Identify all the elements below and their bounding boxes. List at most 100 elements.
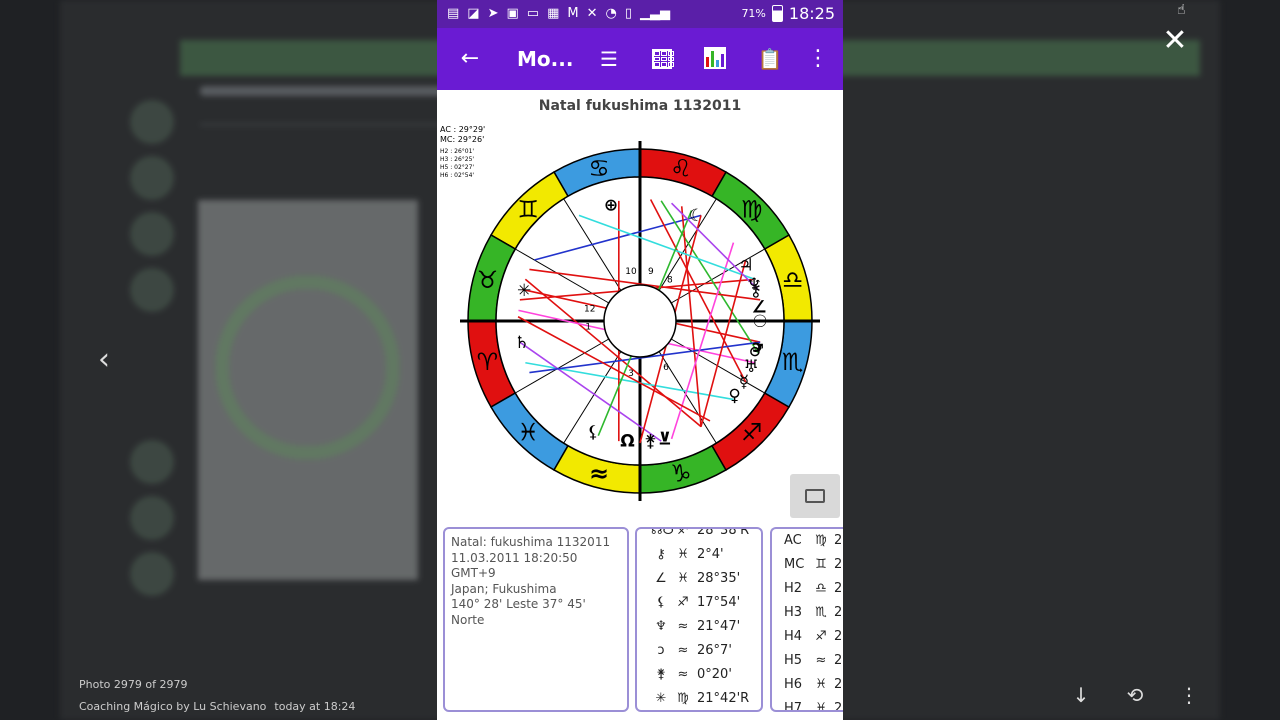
previous-photo-icon[interactable]: ‹ xyxy=(92,344,116,376)
mute-icon: ✕ xyxy=(586,6,598,21)
house-number: 9 xyxy=(648,267,654,277)
sign-glyph-icon: ≈ xyxy=(815,653,827,668)
chart-planet-icon: ⚸ xyxy=(587,422,599,442)
gmail-icon: M xyxy=(567,6,579,21)
house-label: H3 xyxy=(784,605,803,620)
chart-planet-icon: ☾ xyxy=(689,206,704,226)
more-options-icon[interactable]: ⋮ xyxy=(1176,682,1202,708)
house-degree: 2 xyxy=(834,629,843,644)
house-degree: 2 xyxy=(834,677,843,692)
chart-planet-icon: ♀ xyxy=(728,386,740,406)
planet-glyph-icon: ↄ xyxy=(657,643,665,658)
info-line-date: 11.03.2011 18:20:50 xyxy=(451,550,578,565)
back-arrow-icon[interactable]: ← xyxy=(455,44,485,74)
chart-title: Natal fukushima 1132011 xyxy=(538,98,742,114)
zodiac-sign-icon: ♉ xyxy=(477,266,499,294)
android-status-bar: ▤ ◪ ➤ ▣ ▭ ▦ M ✕ ◔ ▯ ▁▃▅ 71% 18:25 xyxy=(437,0,843,28)
gallery-icon: ▦ xyxy=(547,6,560,21)
image-icon: ▣ xyxy=(506,6,519,21)
phone-screenshot: ▤ ◪ ➤ ▣ ▭ ▦ M ✕ ◔ ▯ ▁▃▅ 71% 18:25 ← Mo..… xyxy=(437,0,843,720)
sign-glyph-icon: ≈ xyxy=(677,643,689,658)
chart-planet-icon: ↄ xyxy=(752,337,762,357)
mouse-cursor-icon: ☝ xyxy=(1177,2,1186,18)
sign-glyph-icon: ♓ xyxy=(677,571,689,586)
sign-glyph-icon: ♐ xyxy=(815,629,827,644)
grid-icon[interactable] xyxy=(647,44,677,74)
chart-planet-icon: ♃ xyxy=(738,256,753,276)
chart-planet-icon: ⊕ xyxy=(604,196,618,216)
zodiac-sign-icon: ♋ xyxy=(588,154,610,182)
zodiac-sign-icon: ♐ xyxy=(741,419,763,447)
house-number: 8 xyxy=(667,275,673,285)
planet-glyph-icon: ♆ xyxy=(655,619,667,634)
planet-degree: 28°38'R xyxy=(697,527,750,538)
natal-chart-wheel[interactable]: ♋♊♉♈♓≈ ♑♐♏♎♍♌10 9812136⊕☾♃♆⚷☉♂♅☿♀∠ↄ✳♄⚸ Ω ⚵ ⊻ xyxy=(459,140,821,502)
chart-planet-icon: ∠ xyxy=(751,297,766,317)
house-label: AC xyxy=(784,533,802,548)
wifi-icon: ◔ xyxy=(605,6,617,21)
battery-icon xyxy=(771,5,783,22)
status-clock: 18:25 xyxy=(788,4,835,23)
planet-degree: 26°7' xyxy=(697,643,732,658)
background-sidebar xyxy=(130,90,180,650)
planet-degree: 21°47' xyxy=(697,619,741,634)
fullscreen-button[interactable] xyxy=(790,474,840,518)
zodiac-sign-icon: ♍ xyxy=(741,195,763,223)
sign-glyph-icon: ≈ xyxy=(677,667,689,682)
house-degree: 2 xyxy=(834,581,843,596)
chart-view-icon[interactable] xyxy=(701,44,731,74)
planet-glyph-icon: ⚵ xyxy=(656,667,666,682)
zodiac-sign-icon: ♎ xyxy=(782,266,804,294)
chart-planet-icon: ⚵ xyxy=(644,432,656,452)
sign-glyph-icon: ♏ xyxy=(815,605,827,620)
house-number: 12 xyxy=(584,305,595,315)
house-degree: 2 xyxy=(834,701,843,712)
house-number: 3 xyxy=(628,369,634,379)
background-chart-wheel xyxy=(215,275,400,460)
signal-icon: ▁▃▅ xyxy=(640,6,671,21)
planet-positions-panel: ☊☋ ♐ 28°38'R ⚷ ♓ 2°4' ∠ ♓ 28°35' ⚸ ♐ 17°54' ♆ ≈21°47'… xyxy=(635,527,763,712)
sign-glyph-icon: ♊ xyxy=(815,557,827,572)
chart-planet-icon: ♄ xyxy=(514,333,529,353)
planet-glyph-icon: ✳ xyxy=(655,691,667,706)
planet-glyph-icon: ⚸ xyxy=(656,595,666,610)
planet-degree: 2°4' xyxy=(697,547,724,562)
house-label: H4 xyxy=(784,629,803,644)
download-icon[interactable]: ↓ xyxy=(1068,682,1094,708)
sign-glyph-icon: ♓ xyxy=(815,701,827,712)
list-icon[interactable]: ☰ xyxy=(594,44,624,74)
sign-glyph-icon: ♓ xyxy=(677,547,689,562)
planet-glyph-icon: ⚷ xyxy=(656,547,666,562)
house-label: H5 xyxy=(784,653,803,668)
clipboard-icon[interactable]: 📋 xyxy=(755,44,785,74)
fullscreen-icon xyxy=(805,489,825,503)
send-icon: ➤ xyxy=(487,6,499,21)
message-icon: ▤ xyxy=(447,6,460,21)
ac-value: AC : 29°29' xyxy=(440,125,486,134)
info-line-place: Japan; Fukushima xyxy=(451,581,557,596)
chart-planet-icon: ✳ xyxy=(517,281,531,301)
sign-glyph-icon: ♍ xyxy=(677,691,689,706)
sign-glyph-icon: ♓ xyxy=(815,677,827,692)
overflow-menu-icon[interactable]: ⋮ xyxy=(803,44,833,74)
album-info: Coaching Mágico by Lu Schievano today at … xyxy=(79,700,355,713)
planet-glyph-icon: ∠ xyxy=(655,571,667,586)
sign-glyph-icon: ≈ xyxy=(677,619,689,634)
house-degree: 2 xyxy=(834,557,843,572)
planet-glyph-icon: ☊☋ xyxy=(651,527,675,538)
close-icon[interactable]: ✕ xyxy=(1160,26,1190,56)
planet-degree: 0°20' xyxy=(697,667,732,682)
chart-planet-icon: ⊻ xyxy=(658,429,672,449)
info-line-coords: 140° 28' Leste 37° 45' Norte xyxy=(451,597,586,627)
chart-info-panel: Natal: fukushima 1132011 11.03.2011 18:2… xyxy=(443,527,629,712)
house-label: H7 xyxy=(784,701,803,712)
center-circle xyxy=(603,284,677,358)
photo-counter: Photo 2979 of 2979 xyxy=(79,678,188,691)
album-name[interactable]: Coaching Mágico by Lu Schievano xyxy=(79,700,266,713)
tv-icon: ◪ xyxy=(467,6,480,21)
rotate-icon[interactable]: ⟲ xyxy=(1122,682,1148,708)
house-label: H2 xyxy=(784,581,803,596)
info-line-name: Natal: fukushima 1132011 xyxy=(451,535,611,549)
zodiac-sign-icon: ♑ xyxy=(670,460,692,488)
sign-glyph-icon: ♍ xyxy=(815,533,827,548)
